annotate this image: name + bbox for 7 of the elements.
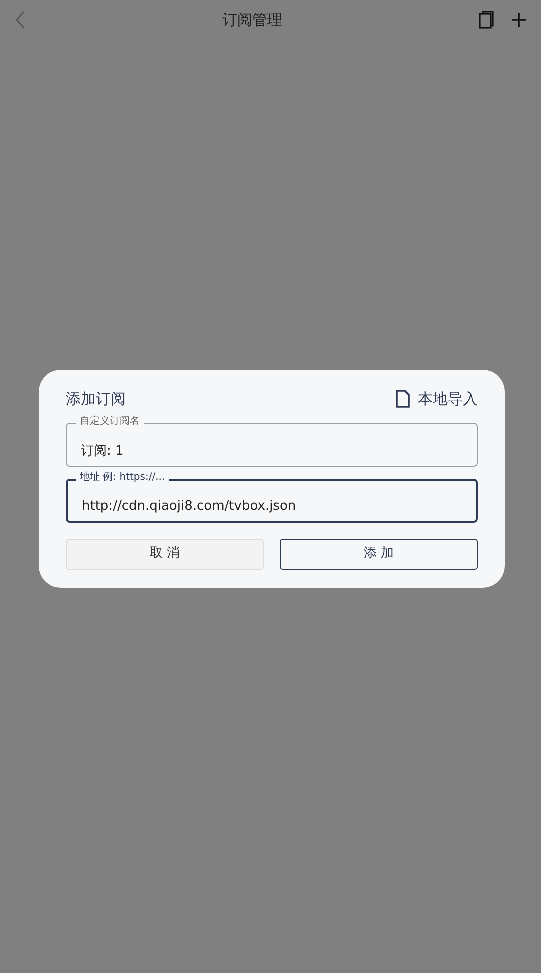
page-title: 订阅管理 — [222, 10, 282, 31]
add-button[interactable]: 添 加 — [280, 538, 478, 570]
dialog-title: 添加订阅 — [66, 389, 126, 410]
cancel-button[interactable]: 取 消 — [66, 538, 264, 570]
import-button[interactable]: 本地导入 — [396, 388, 478, 410]
file-icon — [396, 390, 410, 408]
field-label: 自定义订阅名 — [76, 414, 144, 428]
